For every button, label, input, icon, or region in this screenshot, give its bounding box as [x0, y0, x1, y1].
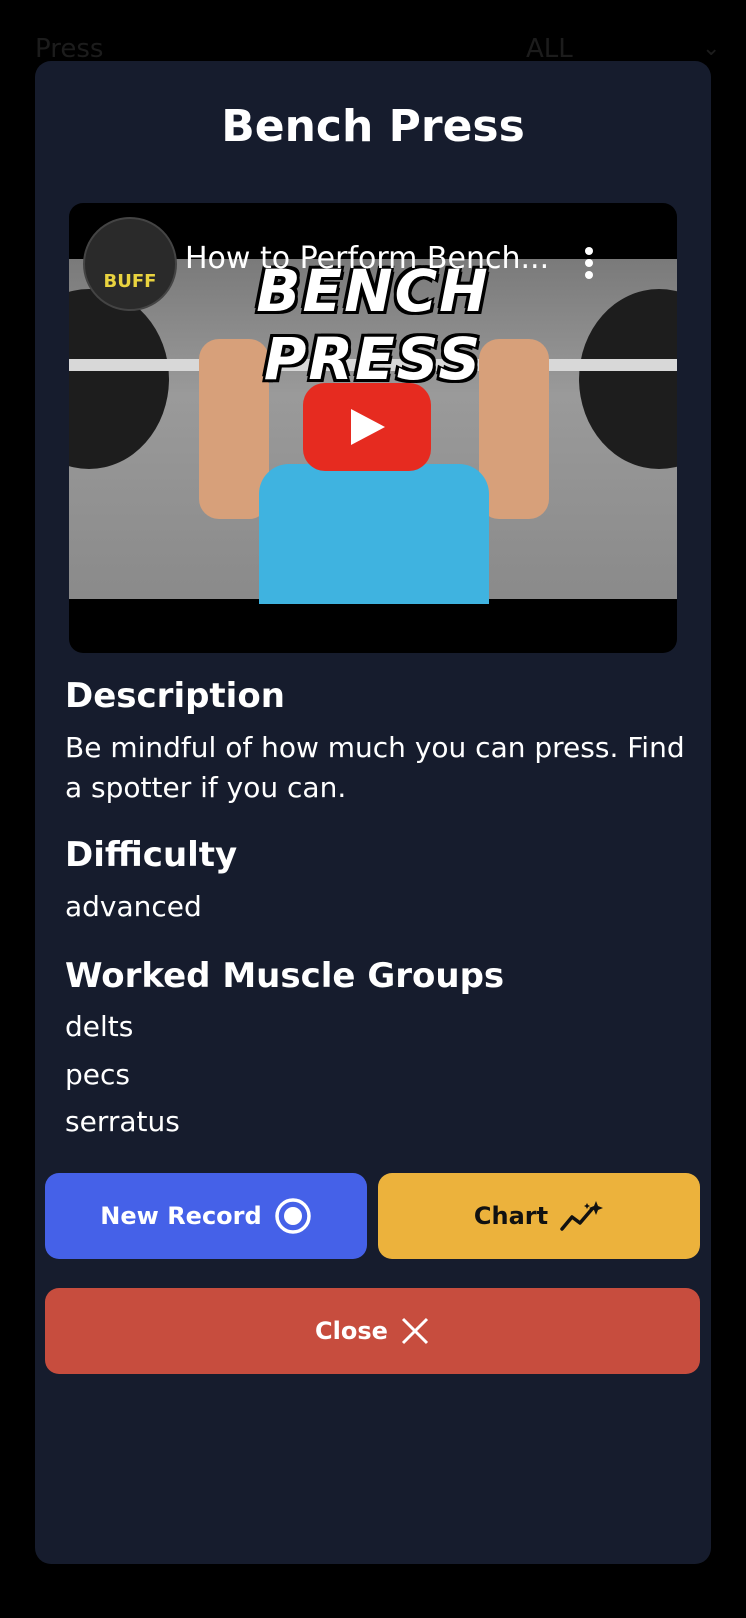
chart-label: Chart — [473, 1202, 549, 1230]
play-icon — [351, 409, 385, 445]
channel-logo-text: BUFF — [103, 271, 157, 292]
video-title[interactable]: How to Perform Bench... — [185, 241, 549, 276]
muscles-heading: Worked Muscle Groups — [65, 956, 505, 996]
chart-sparkle-icon — [560, 1201, 604, 1231]
difficulty-heading: Difficulty — [65, 835, 238, 875]
new-record-label: New Record — [100, 1202, 262, 1230]
chart-button[interactable]: Chart — [378, 1173, 700, 1259]
modal-title: Bench Press — [221, 101, 525, 152]
background-filter-text: ALL — [526, 34, 573, 64]
close-label: Close — [315, 1317, 388, 1345]
background-search-text: Press — [35, 34, 104, 64]
difficulty-value: advanced — [65, 890, 202, 923]
muscle-item: serratus — [65, 1105, 180, 1138]
muscle-item: pecs — [65, 1058, 130, 1091]
close-button[interactable]: Close — [45, 1288, 700, 1374]
record-icon — [274, 1198, 311, 1234]
description-heading: Description — [65, 676, 285, 716]
more-options-icon[interactable] — [585, 247, 595, 283]
muscle-item: delts — [65, 1010, 134, 1043]
close-icon — [401, 1317, 428, 1345]
video-player[interactable]: BENCH PRESS BUFF How to Perform Bench... — [69, 203, 677, 653]
description-text: Be mindful of how much you can press. Fi… — [65, 731, 685, 804]
new-record-button[interactable]: New Record — [45, 1173, 367, 1259]
chevron-down-icon: ⌄ — [702, 36, 721, 61]
play-button[interactable] — [303, 383, 431, 471]
lifter-shirt — [259, 464, 489, 604]
exercise-modal: Bench Press BENCH PRESS BUFF How to Perf… — [35, 61, 711, 1564]
channel-logo[interactable]: BUFF — [83, 217, 177, 311]
